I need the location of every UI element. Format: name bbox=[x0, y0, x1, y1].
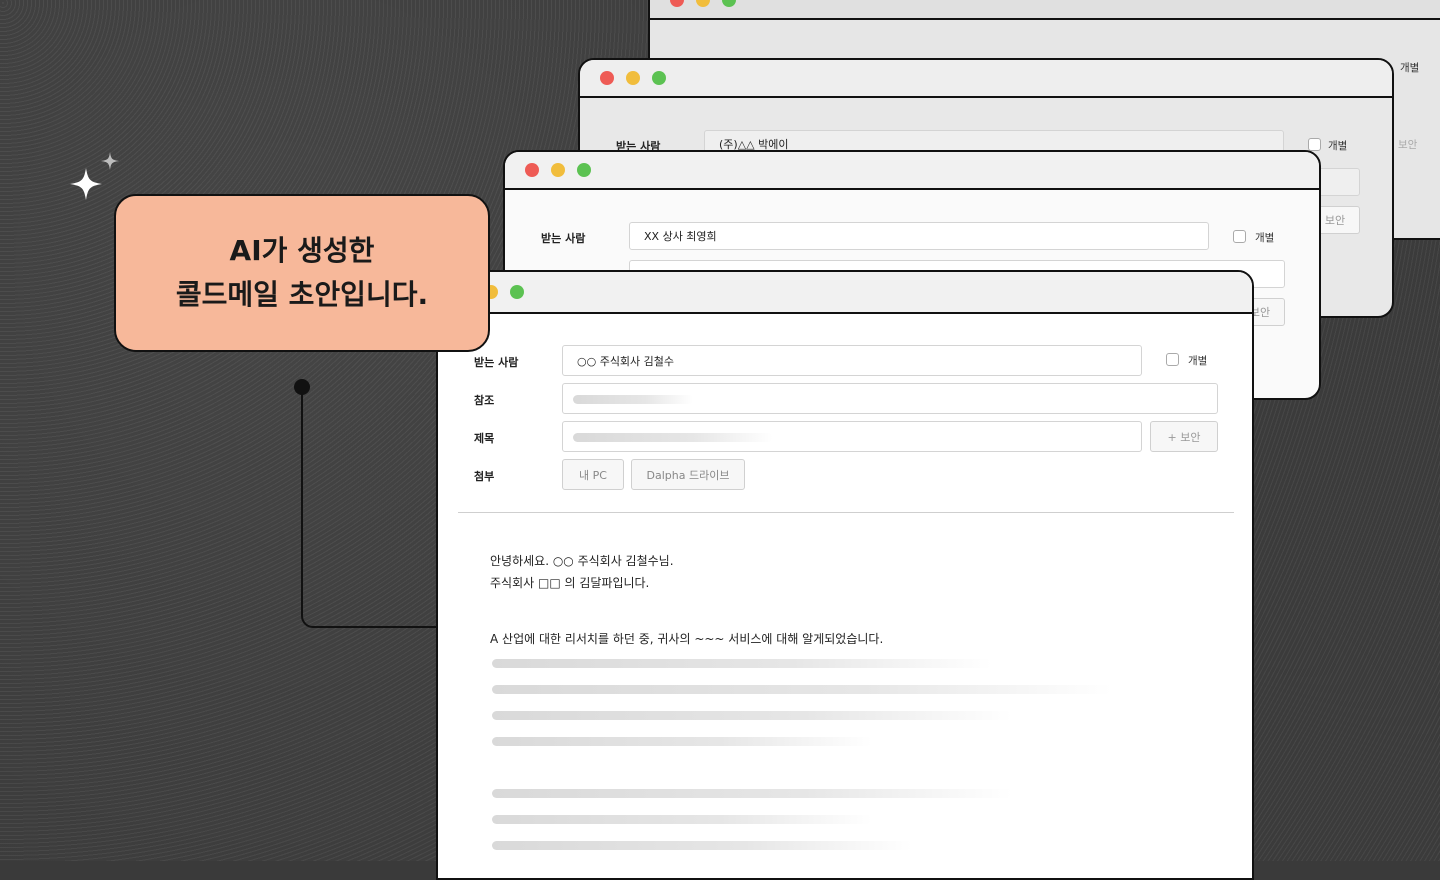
recipient-label: 받는 사람 bbox=[474, 356, 519, 369]
minimize-icon[interactable] bbox=[626, 71, 640, 85]
cc-label: 참조 bbox=[474, 394, 495, 407]
greeting-line-1: 안녕하세요. ○○ 주식회사 김철수님. bbox=[490, 554, 674, 568]
email-window-front: 받는 사람 ○○ 주식회사 김철수 개별 참조 제목 + 보안 첨부 내 PC … bbox=[436, 270, 1254, 880]
caption-line-1: AI가 생성한 bbox=[229, 234, 375, 267]
close-icon[interactable] bbox=[600, 71, 614, 85]
maximize-icon[interactable] bbox=[577, 163, 591, 177]
individual-label: 개별 bbox=[1255, 232, 1275, 244]
minimize-icon[interactable] bbox=[551, 163, 565, 177]
body-placeholder-line bbox=[492, 737, 872, 746]
individual-label: 개별 bbox=[1328, 140, 1348, 152]
subject-field[interactable] bbox=[562, 421, 1142, 452]
small-sparkle-icon bbox=[101, 152, 119, 170]
connector-dot bbox=[294, 379, 310, 395]
close-icon[interactable] bbox=[525, 163, 539, 177]
sparkle-icon bbox=[70, 168, 102, 200]
secure-label: 보안 bbox=[1398, 139, 1418, 151]
close-icon[interactable] bbox=[670, 0, 684, 7]
maximize-icon[interactable] bbox=[510, 285, 524, 299]
subject-placeholder bbox=[573, 433, 773, 442]
window-titlebar bbox=[650, 0, 1440, 20]
body-placeholder-line bbox=[492, 789, 1012, 798]
individual-label: 개별 bbox=[1188, 355, 1208, 367]
divider bbox=[458, 512, 1234, 513]
attach-label: 첨부 bbox=[474, 470, 495, 483]
attach-drive-button[interactable]: Dalpha 드라이브 bbox=[631, 459, 745, 490]
cc-placeholder bbox=[573, 395, 693, 404]
secure-button[interactable]: + 보안 bbox=[1150, 421, 1218, 452]
greeting-line-2: 주식회사 □□ 의 김달파입니다. bbox=[490, 576, 650, 590]
ai-caption-bubble: AI가 생성한 콜드메일 초안입니다. bbox=[114, 194, 490, 352]
maximize-icon[interactable] bbox=[652, 71, 666, 85]
window-titlebar bbox=[505, 152, 1319, 190]
paragraph-1: A 산업에 대한 리서치를 하던 중, 귀사의 ~~~ 서비스에 대해 알게되었… bbox=[490, 632, 884, 646]
caption-line-2: 콜드메일 초안입니다. bbox=[175, 278, 429, 311]
body-placeholder-line bbox=[492, 659, 992, 668]
subject-label: 제목 bbox=[474, 432, 495, 445]
individual-checkbox[interactable] bbox=[1233, 230, 1246, 243]
body-placeholder-line bbox=[492, 841, 912, 850]
minimize-icon[interactable] bbox=[696, 0, 710, 7]
recipient-label: 받는 사람 bbox=[541, 232, 586, 245]
body-placeholder-line bbox=[492, 685, 1112, 694]
window-titlebar bbox=[438, 272, 1252, 314]
recipient-field[interactable]: XX 상사 최영희 bbox=[629, 222, 1209, 250]
body-placeholder-line bbox=[492, 711, 1012, 720]
window-titlebar bbox=[580, 60, 1392, 98]
individual-label: 개별 bbox=[1400, 62, 1420, 74]
attach-pc-button[interactable]: 내 PC bbox=[562, 459, 624, 490]
body-placeholder-line bbox=[492, 815, 872, 824]
recipient-field[interactable]: ○○ 주식회사 김철수 bbox=[562, 345, 1142, 376]
maximize-icon[interactable] bbox=[722, 0, 736, 7]
cc-field[interactable] bbox=[562, 383, 1218, 414]
connector-line bbox=[301, 386, 438, 628]
individual-checkbox[interactable] bbox=[1166, 353, 1179, 366]
individual-checkbox[interactable] bbox=[1308, 138, 1321, 151]
